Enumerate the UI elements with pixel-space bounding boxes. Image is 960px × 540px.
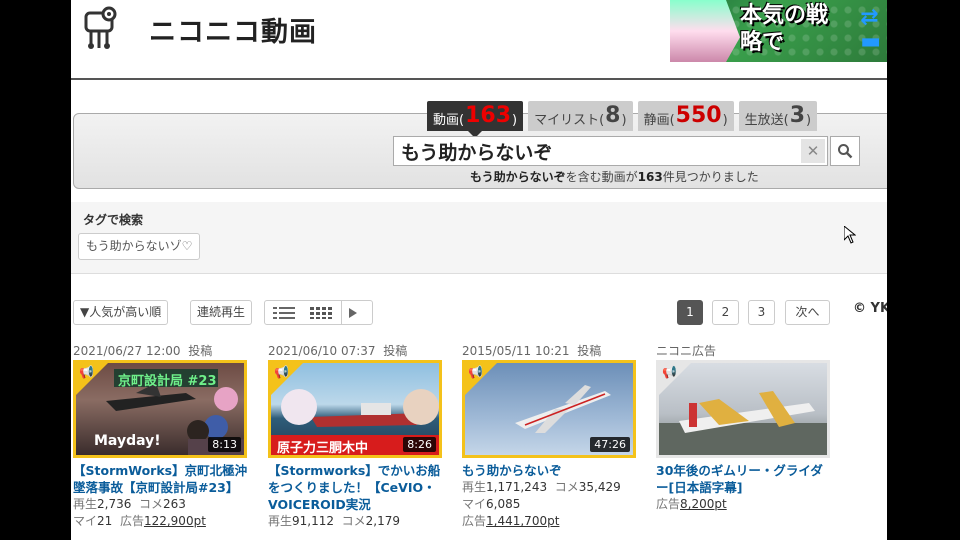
tab-mylist[interactable]: マイリスト(8) (528, 101, 633, 131)
result-end-text: 件見つかりました (662, 170, 759, 184)
tab-seiga-suffix: ) (722, 113, 728, 128)
banner-arrows-icon: ⇄ ▬ (860, 5, 881, 54)
view-mode-switcher (264, 300, 373, 325)
tab-live-count: 3 (789, 103, 806, 128)
sidebar-strip (851, 280, 887, 540)
tag-search-title: タグで検索 (83, 213, 144, 227)
tab-video-count: 163 (465, 103, 512, 128)
page: ニコニコ動画 本気の戦略で ⇄ ▬ 動画(163) マイリスト(8) 静画(550… (71, 0, 887, 540)
thumb-caption: 京町設計局 #23 (118, 374, 217, 389)
clear-search-icon[interactable]: ✕ (801, 139, 825, 163)
sort-dropdown[interactable]: ▼人気が高い順 (73, 300, 169, 325)
search-box: ✕ (393, 136, 828, 166)
site-logo-text[interactable]: ニコニコ動画 (149, 10, 317, 49)
tab-live-suffix: ) (806, 113, 812, 128)
search-type-tabs: 動画(163) マイリスト(8) 静画(550) 生放送(3) (427, 101, 818, 138)
tag-search-section: タグで検索 もう助からないゾ♡ (71, 202, 887, 274)
tab-seiga-count: 550 (675, 103, 722, 128)
video-post-date: 2021/06/10 07:37 投稿 (268, 344, 408, 358)
tab-seiga[interactable]: 静画(550) (637, 101, 734, 131)
search-input[interactable] (394, 137, 794, 165)
list-view-icon[interactable] (265, 301, 303, 324)
video-post-date: 2021/06/27 12:00 投稿 (73, 344, 213, 358)
next-page-button[interactable]: 次へ (785, 300, 830, 325)
result-count: 163 (637, 170, 663, 184)
page-2-button[interactable]: 2 (712, 300, 739, 325)
page-1-button[interactable]: 1 (677, 300, 703, 325)
video-stats-2: マイ6,085 (462, 497, 521, 511)
tab-mylist-count: 8 (605, 103, 621, 128)
video-stats-3: 広告1,441,700pt (462, 514, 560, 528)
nicoad-megaphone-icon: 📢 (79, 365, 94, 379)
video-title-link[interactable]: 【Stormworks】でかいお船をつくりました！【CeVIO・VOICEROI… (268, 462, 444, 513)
tab-mylist-suffix: ) (621, 113, 627, 128)
thumb-caption: 原子力三胴木中 (277, 441, 369, 456)
copyright-text: © YK (853, 301, 887, 316)
tab-live[interactable]: 生放送(3) (738, 101, 818, 131)
video-card[interactable]: 2021/06/27 12:00 投稿 京町設計局 #23 Mayday! 📢 … (73, 342, 249, 530)
video-stats-2: マイ21 広告122,900pt (73, 514, 206, 528)
ad-video-card[interactable]: ニコニ広告 📢 30年後のギムリー・グライダー[日本語字幕] 広告8,200pt (656, 342, 832, 513)
tab-video[interactable]: 動画(163) (427, 101, 524, 138)
result-mid-text: を含む動画が (565, 170, 638, 184)
site-header: ニコニコ動画 本気の戦略で ⇄ ▬ (71, 0, 887, 80)
video-thumbnail[interactable]: 📢 47:26 (462, 360, 636, 458)
video-duration: 8:26 (403, 437, 436, 452)
tab-live-label: 生放送( (744, 113, 789, 128)
thumb-sub-caption: Mayday! (94, 433, 161, 449)
tag-chip[interactable]: もう助からないゾ♡ (78, 233, 201, 260)
video-title-link[interactable]: 【StormWorks】京町北極沖墜落事故【京町設計局#23】 (73, 462, 249, 496)
video-post-date: 2015/05/11 10:21 投稿 (462, 344, 602, 358)
ad-banner[interactable]: 本気の戦略で ⇄ ▬ (670, 0, 887, 62)
video-card[interactable]: 2021/06/10 07:37 投稿 原子力三胴木中 📢 8:26 【Stor… (268, 342, 444, 530)
tab-video-label: 動画( (433, 113, 465, 128)
video-thumbnail[interactable]: 📢 (656, 360, 830, 458)
mouse-cursor-icon (844, 226, 856, 244)
continuous-play-button[interactable]: 連続再生 (190, 300, 253, 325)
video-stats: 広告8,200pt (656, 497, 727, 511)
video-stats: 再生1,171,243 コメ35,429 (462, 480, 621, 494)
nicoad-megaphone-icon: 📢 (274, 365, 289, 379)
video-thumbnail[interactable]: 京町設計局 #23 Mayday! 📢 8:13 (73, 360, 247, 458)
video-card[interactable]: 2015/05/11 10:21 投稿 📢 47:26 もう助からないぞ 再生1… (462, 342, 638, 530)
search-result-summary: もう助からないぞを含む動画が163件見つかりました (470, 168, 759, 185)
search-icon (838, 144, 853, 159)
video-duration: 47:26 (590, 437, 630, 452)
video-title-link[interactable]: もう助からないぞ (462, 462, 638, 479)
nicoad-label: ニコニ広告 (656, 344, 717, 358)
video-duration: 8:13 (208, 437, 241, 452)
search-button[interactable] (830, 136, 860, 166)
video-stats: 再生91,112 コメ2,179 (268, 514, 401, 528)
page-3-button[interactable]: 3 (748, 300, 775, 325)
tab-mylist-label: マイリスト( (534, 113, 605, 128)
video-thumbnail[interactable]: 原子力三胴木中 📢 8:26 (268, 360, 442, 458)
play-arrow-icon[interactable] (341, 301, 363, 324)
result-query: もう助からないぞ (470, 170, 566, 184)
grid-view-icon[interactable] (303, 301, 341, 324)
banner-text: 本気の戦略で (740, 3, 829, 55)
tab-seiga-label: 静画( (643, 113, 675, 128)
video-title-link[interactable]: 30年後のギムリー・グライダー[日本語字幕] (656, 462, 832, 496)
nicoad-megaphone-icon: 📢 (662, 365, 677, 379)
nicoad-megaphone-icon: 📢 (468, 365, 483, 379)
niconico-logo-icon[interactable] (77, 4, 125, 52)
video-stats: 再生2,736 コメ263 (73, 497, 186, 511)
tab-video-suffix: ) (512, 113, 518, 128)
banner-character-image (670, 0, 740, 62)
